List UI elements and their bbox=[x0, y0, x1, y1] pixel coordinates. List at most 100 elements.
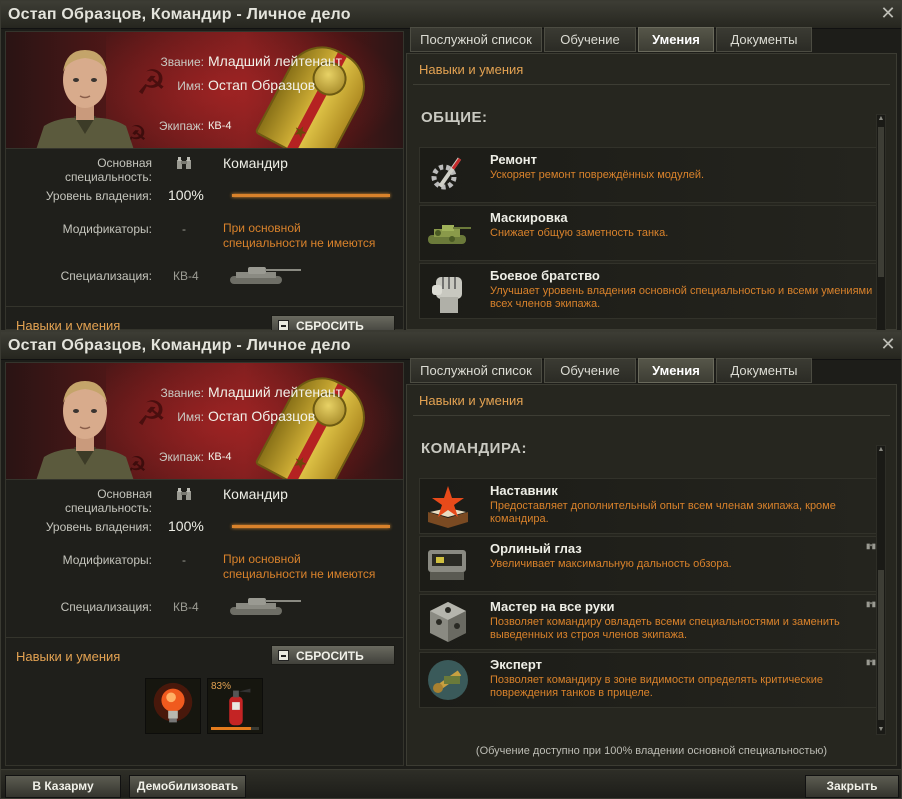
binoculars-icon bbox=[866, 543, 876, 550]
scroll-down-icon[interactable]: ▼ bbox=[877, 726, 885, 734]
skill-progress-bar bbox=[211, 727, 259, 730]
specialty-label: Основная специальность: bbox=[64, 156, 152, 184]
crew-label: Экипаж: bbox=[158, 450, 204, 464]
modifiers-note: При основной специальности не имеются bbox=[223, 221, 376, 250]
reset-button-label: СБРОСИТЬ bbox=[296, 649, 364, 663]
proficiency-bar bbox=[232, 525, 390, 528]
tank-silhouette-icon bbox=[230, 267, 301, 284]
close-icon[interactable]: ✕ bbox=[878, 334, 898, 354]
skill-desc: Позволяет командиру овладеть всеми специ… bbox=[490, 616, 840, 641]
skills-scrollbar[interactable]: ▲ bbox=[876, 114, 886, 330]
specialty-value: Командир bbox=[223, 486, 288, 502]
tab-training[interactable]: Обучение bbox=[544, 27, 636, 52]
rank-value: Младший лейтенант bbox=[208, 53, 343, 69]
crew-value: КВ-4 bbox=[208, 120, 232, 132]
window-title: Остап Образцов, Командир - Личное дело bbox=[8, 6, 351, 23]
repair-tools-icon bbox=[431, 157, 462, 190]
panel-subtitle: Навыки и умения bbox=[419, 62, 524, 77]
right-panel: Послужной список Обучение Умения Докумен… bbox=[406, 356, 897, 766]
skill-card-eagle-eye[interactable]: Орлиный глаз Увеличивает максимальную да… bbox=[419, 536, 879, 592]
tankman-portrait bbox=[36, 381, 134, 479]
crew-value: КВ-4 bbox=[208, 451, 232, 463]
book-star-icon bbox=[428, 486, 468, 528]
reset-skills-button[interactable]: СБРОСИТЬ bbox=[271, 315, 395, 331]
specialization-value: КВ-4 bbox=[173, 269, 199, 283]
skill-desc: Снижает общую заметность танка. bbox=[490, 227, 669, 239]
skill-name: Орлиный глаз bbox=[490, 541, 582, 556]
rank-label: Звание: bbox=[160, 55, 205, 69]
modifiers-dash: - bbox=[182, 222, 186, 236]
camouflage-tank-icon bbox=[428, 225, 471, 244]
skill-desc: Позволяет командиру в зоне видимости опр… bbox=[490, 674, 823, 699]
name-value: Остап Образцов bbox=[208, 77, 316, 93]
modifiers-label: Модификаторы: bbox=[62, 222, 152, 236]
skills-panel: Навыки и умения ОБЩИЕ: Ремонт Ускоряет р… bbox=[406, 53, 897, 330]
tankman-portrait bbox=[36, 50, 134, 148]
skill-desc: Увеличивает максимальную дальность обзор… bbox=[490, 558, 732, 570]
tankman-info-panel: ☭ ☭ ★ Звание: Младший лейтенант Имя: Ост… bbox=[5, 31, 404, 330]
skill-card-brotherhood[interactable]: Боевое братство Улучшает уровень владени… bbox=[419, 263, 879, 319]
tab-skills[interactable]: Умения bbox=[638, 27, 714, 52]
skill-progress-percent: 83% bbox=[211, 681, 232, 692]
cube-icon bbox=[430, 602, 466, 642]
tab-documents[interactable]: Документы bbox=[716, 27, 812, 52]
skill-card-expert[interactable]: Эксперт Позволяет командиру в зоне видим… bbox=[419, 652, 879, 708]
proficiency-value: 100% bbox=[168, 518, 204, 534]
portrait-header: ☭ ☭ ★ Звание: Младший лейтенант Имя: Ост… bbox=[6, 363, 403, 479]
scroll-up-icon[interactable]: ▲ bbox=[877, 115, 885, 123]
skills-section-title: Навыки и умения bbox=[16, 318, 121, 331]
crew-label: Экипаж: bbox=[158, 119, 204, 133]
specialization-label: Специализация: bbox=[60, 269, 152, 283]
training-note: (Обучение доступно при 100% владении осн… bbox=[475, 745, 828, 757]
skill-desc: Предоставляет дополнительный опыт всем ч… bbox=[490, 500, 836, 525]
fist-icon bbox=[432, 277, 462, 313]
tab-skills[interactable]: Умения bbox=[638, 358, 714, 383]
tab-service-record[interactable]: Послужной список bbox=[410, 27, 542, 52]
rank-value: Младший лейтенант bbox=[208, 384, 343, 400]
proficiency-value: 100% bbox=[168, 187, 204, 203]
skill-name: Эксперт bbox=[490, 657, 543, 672]
skill-card-jack-of-all-trades[interactable]: Мастер на все руки Позволяет командиру о… bbox=[419, 594, 879, 650]
personal-file-window-top: Остап Образцов, Командир - Личное дело ✕… bbox=[0, 0, 902, 331]
specialty-label: Основная специальность: bbox=[64, 487, 152, 515]
specialization-value: КВ-4 bbox=[173, 600, 199, 614]
specialty-value: Командир bbox=[223, 155, 288, 171]
skill-card-repair[interactable]: Ремонт Ускоряет ремонт повреждённых моду… bbox=[419, 147, 879, 203]
barracks-button[interactable]: В Казарму bbox=[5, 775, 121, 798]
proficiency-label: Уровень владения: bbox=[45, 189, 152, 203]
name-label: Имя: bbox=[177, 79, 204, 93]
scroll-up-icon[interactable]: ▲ bbox=[877, 446, 885, 454]
category-commander: КОМАНДИРА: bbox=[421, 440, 527, 457]
modifiers-label: Модификаторы: bbox=[62, 553, 152, 567]
tab-service-record[interactable]: Послужной список bbox=[410, 358, 542, 383]
tank-silhouette-icon bbox=[230, 598, 301, 615]
binoculars-icon bbox=[866, 601, 876, 608]
skill-card-camouflage[interactable]: Маскировка Снижает общую заметность танк… bbox=[419, 205, 879, 261]
lightbulb-icon bbox=[153, 682, 193, 723]
proficiency-label: Уровень владения: bbox=[45, 520, 152, 534]
skills-scrollbar[interactable]: ▲ ▼ bbox=[876, 445, 886, 735]
skill-slot-fire-extinguisher[interactable]: 83% bbox=[207, 678, 263, 734]
tankman-info-panel: ☭ ☭ ★ Звание: Младший лейтенант Имя: Ост… bbox=[5, 362, 404, 766]
close-icon[interactable]: ✕ bbox=[878, 3, 898, 23]
binoculars-icon bbox=[866, 659, 876, 666]
skill-name: Боевое братство bbox=[490, 268, 600, 283]
skill-name: Маскировка bbox=[490, 210, 568, 225]
skill-card-mentor[interactable]: Наставник Предоставляет дополнительный о… bbox=[419, 478, 879, 534]
close-button[interactable]: Закрыть bbox=[805, 775, 899, 798]
demobilize-button[interactable]: Демобилизовать bbox=[129, 775, 246, 798]
category-general: ОБЩИЕ: bbox=[421, 109, 488, 126]
tab-training[interactable]: Обучение bbox=[544, 358, 636, 383]
skills-section-title: Навыки и умения bbox=[16, 649, 121, 664]
periscope-icon bbox=[428, 550, 466, 580]
skill-slot-lightbulb[interactable] bbox=[145, 678, 201, 734]
modifiers-dash: - bbox=[182, 553, 186, 567]
skill-desc: Улучшает уровень владения основной специ… bbox=[490, 285, 873, 310]
specialization-label: Специализация: bbox=[60, 600, 152, 614]
window-title: Остап Образцов, Командир - Личное дело bbox=[8, 337, 351, 354]
tab-documents[interactable]: Документы bbox=[716, 358, 812, 383]
skills-panel: Навыки и умения КОМАНДИРА: Наставник Пре… bbox=[406, 384, 897, 766]
reset-skills-button[interactable]: СБРОСИТЬ bbox=[271, 645, 395, 665]
footer-bar: В Казарму Демобилизовать Закрыть bbox=[1, 769, 901, 798]
reset-button-label: СБРОСИТЬ bbox=[296, 319, 364, 331]
